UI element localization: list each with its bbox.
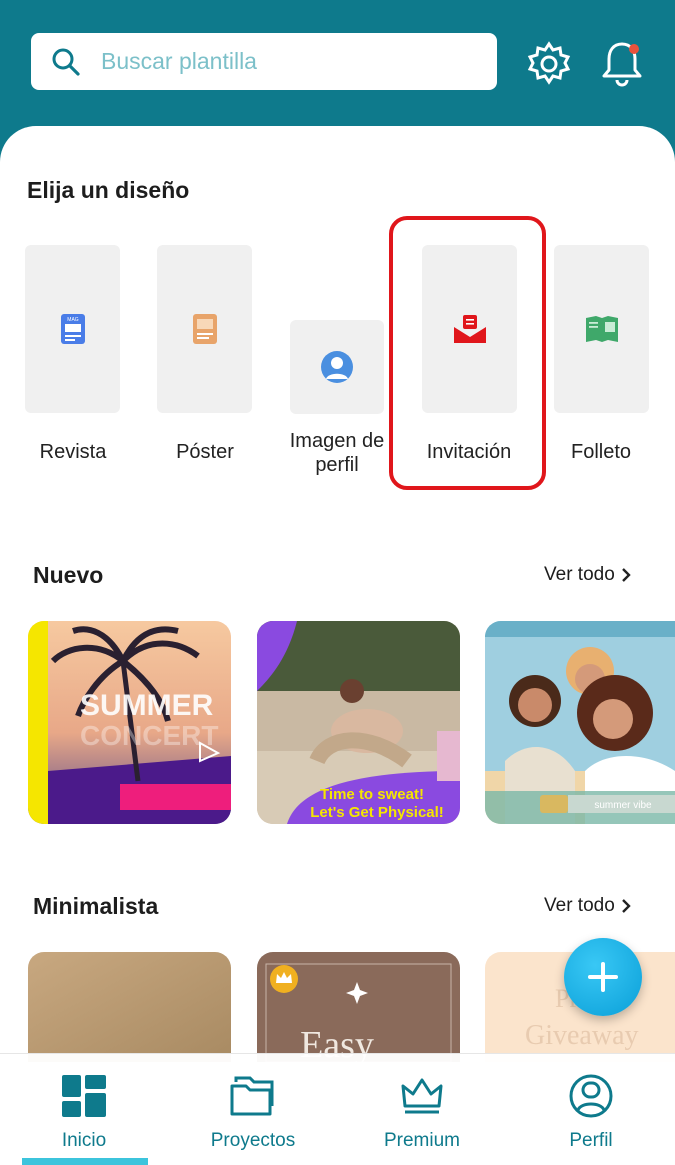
template-card-fitness[interactable]: Time to sweat! Let's Get Physical! (257, 621, 460, 824)
bell-icon[interactable] (598, 38, 646, 88)
chevron-right-icon (621, 568, 631, 582)
card-text: Let's Get Physical! (310, 804, 444, 821)
card-text: CONCERT (80, 720, 218, 751)
see-all-label: Ver todo (544, 564, 615, 585)
invitation-highlight-box (389, 216, 546, 490)
nav-item-perfil[interactable]: Perfil (521, 1054, 661, 1165)
magazine-icon: MAG (60, 314, 85, 344)
choose-design-title: Elija un diseño (27, 177, 190, 203)
notification-dot (629, 44, 639, 54)
template-card-easy-design[interactable]: Easy (257, 952, 460, 1062)
chevron-right-icon (621, 899, 631, 913)
active-tab-indicator (22, 1158, 148, 1165)
template-card-sand[interactable] (28, 952, 231, 1062)
nav-item-inicio[interactable]: Inicio (14, 1054, 154, 1165)
card-text: SUMMER (80, 689, 214, 722)
see-all-label: Ver todo (544, 895, 615, 916)
search-icon (31, 33, 101, 90)
brochure-icon (585, 316, 618, 342)
search-placeholder: Buscar plantilla (101, 48, 257, 74)
card-text: Time to sweat! (320, 786, 424, 803)
profile-image-tile[interactable] (290, 320, 384, 414)
design-label: Póster (176, 441, 234, 463)
nav-label: Premium (383, 1130, 460, 1151)
nav-label: Proyectos (210, 1130, 296, 1151)
svg-text:MAG: MAG (67, 317, 79, 323)
search-input[interactable]: Buscar plantilla (31, 33, 497, 90)
user-icon (568, 1072, 614, 1120)
card-text: summer vibe (594, 800, 652, 811)
design-label: Revista (39, 441, 107, 463)
design-label: Imagen de perfil (289, 430, 385, 476)
home-grid-icon (62, 1072, 106, 1120)
card-text: Giveaway (525, 1020, 639, 1051)
nav-item-proyectos[interactable]: Proyectos (183, 1054, 323, 1165)
gear-icon[interactable] (525, 40, 573, 88)
minimalista-title: Minimalista (33, 893, 159, 919)
nav-item-premium[interactable]: Premium (352, 1054, 492, 1165)
nuevo-see-all-link[interactable]: Ver todo (544, 564, 631, 586)
crown-icon (401, 1072, 443, 1120)
profile-image-icon (321, 351, 353, 383)
poster-tile[interactable] (157, 245, 252, 413)
nav-label: Inicio (61, 1130, 107, 1151)
folder-icon (230, 1072, 276, 1120)
template-card-friends[interactable]: summer vibe (485, 621, 675, 824)
magazine-tile[interactable]: MAG (25, 245, 120, 413)
brochure-tile[interactable] (554, 245, 649, 413)
poster-icon (192, 314, 217, 344)
template-card-summer-concert[interactable]: SUMMER CONCERT (28, 621, 231, 824)
nav-label: Perfil (569, 1130, 613, 1151)
minimalista-see-all-link[interactable]: Ver todo (544, 895, 631, 917)
design-label: Folleto (570, 441, 632, 463)
nuevo-title: Nuevo (33, 562, 104, 588)
create-fab-button[interactable] (564, 938, 642, 1016)
bottom-nav: Inicio Proyectos Premium Perfil (0, 1053, 675, 1165)
plus-icon (588, 962, 618, 992)
